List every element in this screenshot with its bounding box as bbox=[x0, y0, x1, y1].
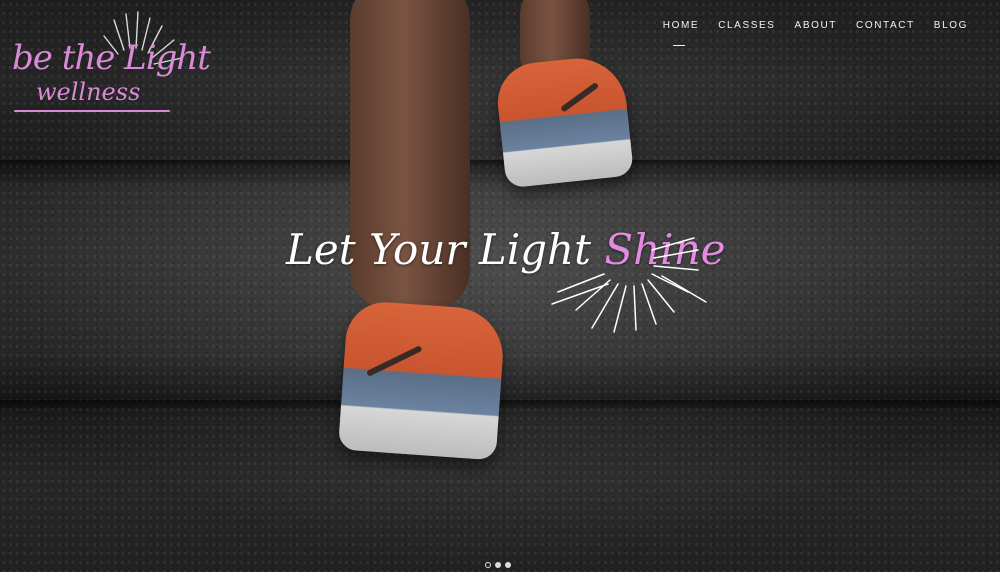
logo-text-sub: wellness bbox=[36, 78, 141, 106]
slider-dot-2[interactable] bbox=[495, 562, 501, 568]
stair-edge bbox=[0, 160, 1000, 170]
nav-blog[interactable]: BLOG bbox=[934, 20, 968, 31]
logo-text-main: be the Light bbox=[12, 38, 211, 78]
shoe-upper bbox=[493, 53, 635, 189]
sunburst-icon bbox=[551, 237, 707, 333]
nav-classes[interactable]: CLASSES bbox=[718, 20, 775, 31]
nav-home[interactable]: HOME bbox=[663, 20, 699, 46]
logo-underline bbox=[14, 110, 170, 112]
shoe-stripe bbox=[365, 345, 423, 377]
brand-logo[interactable]: be the Light wellness bbox=[6, 10, 211, 115]
nav-about[interactable]: ABOUT bbox=[795, 20, 837, 31]
hero-slider: be the Light wellness HOME CLASSES ABOUT… bbox=[0, 0, 1000, 572]
shoe-lower bbox=[337, 299, 507, 461]
slider-dot-3[interactable] bbox=[505, 562, 511, 568]
nav-contact[interactable]: CONTACT bbox=[856, 20, 915, 31]
shoe-stripe bbox=[560, 81, 600, 113]
slider-pagination bbox=[485, 562, 511, 568]
stair-edge bbox=[0, 400, 1000, 410]
slider-dot-1[interactable] bbox=[485, 562, 491, 568]
main-nav: HOME CLASSES ABOUT CONTACT BLOG bbox=[663, 20, 968, 46]
